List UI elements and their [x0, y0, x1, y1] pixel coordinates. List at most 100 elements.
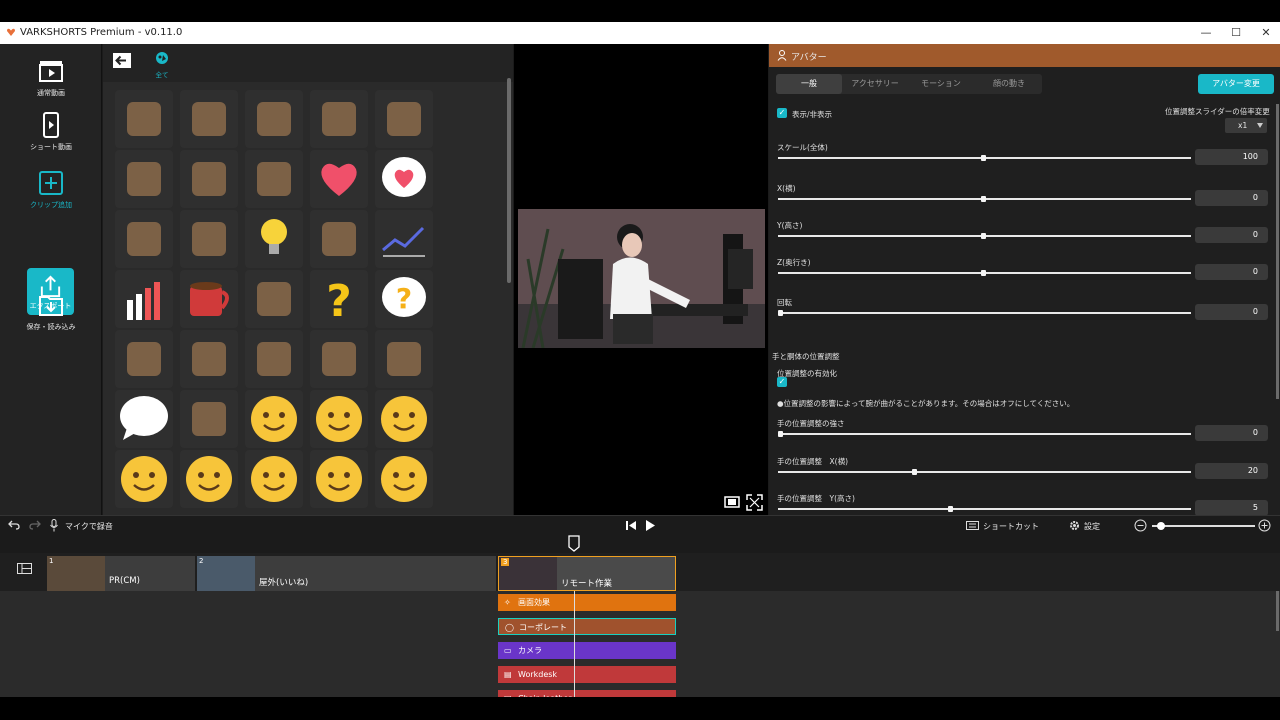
minimize-button[interactable]: — — [1196, 25, 1216, 41]
tab-general[interactable]: 一般 — [776, 74, 842, 94]
timeline-layer[interactable]: ✧画面効果 — [498, 594, 676, 611]
aspect-ratio-icon[interactable] — [724, 496, 740, 508]
sticker-factory[interactable] — [310, 90, 368, 148]
sticker-cake[interactable] — [115, 330, 173, 388]
zoom-out-icon[interactable] — [1134, 519, 1147, 532]
slider-track[interactable] — [778, 433, 1191, 435]
settings-button[interactable]: 設定 — [1084, 521, 1100, 532]
sidebar-item-save-load[interactable]: 保存・読み込み — [0, 292, 102, 332]
sticker-sprout-hand[interactable] — [245, 270, 303, 328]
slider-thumb[interactable] — [912, 469, 917, 475]
mic-record-label[interactable]: マイクで録音 — [65, 521, 113, 532]
sticker-piggy-bank[interactable] — [115, 210, 173, 268]
slider-thumb[interactable] — [948, 506, 953, 512]
tab-motion[interactable]: モーション — [908, 74, 974, 94]
sticker-scrollbar[interactable] — [507, 78, 511, 283]
timeline-clip-3[interactable]: 3 リモート作業 — [498, 556, 676, 591]
sticker-sweat-smile[interactable] — [310, 390, 368, 448]
timeline-clip-1[interactable]: 1 PR(CM) — [47, 556, 195, 591]
sticker-tears-of-joy[interactable] — [115, 450, 173, 508]
timeline-clip-2[interactable]: 2 屋外(いいね) — [197, 556, 496, 591]
slider-value-input[interactable]: 0 — [1195, 227, 1268, 243]
sticker-phone-search[interactable] — [375, 330, 433, 388]
sticker-phone-qr[interactable] — [310, 330, 368, 388]
sticker-spring[interactable] — [180, 150, 238, 208]
visible-checkbox[interactable]: ✓ — [777, 108, 787, 118]
slider-thumb[interactable] — [981, 155, 986, 161]
sticker-zzz[interactable] — [180, 330, 238, 388]
slider-value-input[interactable]: 0 — [1195, 425, 1268, 441]
properties-scrollbar[interactable] — [1276, 104, 1279, 399]
slider-value-input[interactable]: 0 — [1195, 304, 1268, 320]
change-avatar-button[interactable]: アバター変更 — [1198, 74, 1274, 94]
skip-back-icon[interactable] — [626, 521, 636, 530]
playhead-handle[interactable] — [568, 535, 580, 552]
slider-track[interactable] — [778, 312, 1191, 314]
slider-value-input[interactable]: 0 — [1195, 264, 1268, 280]
sidebar-item-add-clip[interactable]: クリップ追加 — [0, 170, 102, 210]
sticker-smile[interactable] — [245, 450, 303, 508]
sidebar-item-short-video[interactable]: ショート動画 — [0, 112, 102, 152]
enable-checkbox[interactable]: ✓ — [777, 377, 787, 387]
undo-icon[interactable] — [8, 520, 20, 530]
timeline-scrollbar[interactable] — [1276, 591, 1279, 631]
sticker-heart-eyes[interactable] — [375, 390, 433, 448]
layout-toggle-icon[interactable] — [17, 563, 32, 574]
sticker-laughing[interactable] — [310, 450, 368, 508]
sticker-smiling-eyes[interactable] — [375, 450, 433, 508]
sticker-tangled-yarn[interactable] — [245, 150, 303, 208]
slider-thumb[interactable] — [981, 270, 986, 276]
sticker-line-chart[interactable] — [375, 210, 433, 268]
sticker-question-bubble[interactable]: ? — [375, 270, 433, 328]
sticker-heart-bubble[interactable] — [375, 150, 433, 208]
sticker-question-mark[interactable]: ? — [310, 270, 368, 328]
sticker-coffee-cup-takeout[interactable] — [180, 90, 238, 148]
sticker-lightbulb[interactable] — [245, 210, 303, 268]
slider-thumb[interactable] — [778, 310, 783, 316]
timeline-layer[interactable]: ◯コーポレート — [498, 618, 676, 635]
zoom-slider[interactable] — [1152, 525, 1255, 527]
timeline-layer[interactable]: ▤Workdesk — [498, 666, 676, 683]
slider-value-input[interactable]: 20 — [1195, 463, 1268, 479]
close-button[interactable]: ✕ — [1256, 25, 1276, 41]
play-icon[interactable] — [646, 520, 655, 531]
zoom-in-icon[interactable] — [1258, 519, 1271, 532]
sticker-coffee-mug[interactable] — [180, 270, 238, 328]
sticker-truck[interactable] — [180, 390, 238, 448]
sticker-chocolate[interactable] — [245, 90, 303, 148]
zoom-slider-thumb[interactable] — [1157, 522, 1165, 530]
microphone-icon[interactable] — [50, 519, 58, 532]
filter-all-button[interactable]: 全て — [150, 50, 174, 79]
back-arrow-icon[interactable] — [112, 52, 132, 69]
layer-label: カメラ — [518, 646, 542, 655]
sticker-zzz-bubble[interactable] — [245, 330, 303, 388]
sticker-angel-face[interactable] — [245, 390, 303, 448]
fullscreen-icon[interactable] — [746, 494, 763, 511]
sticker-thumbs-up-sparkle[interactable] — [375, 90, 433, 148]
redo-icon[interactable] — [29, 520, 41, 530]
sticker-worried-face[interactable] — [180, 450, 238, 508]
sticker-coffee-beans[interactable] — [115, 90, 173, 148]
timeline-layer[interactable]: ▭カメラ — [498, 642, 676, 659]
slider-track[interactable] — [778, 508, 1191, 510]
sticker-thumbs-up-bubble[interactable] — [115, 150, 173, 208]
slider-value-input[interactable]: 5 — [1195, 500, 1268, 516]
slider-value-input[interactable]: 0 — [1195, 190, 1268, 206]
video-clapper-icon — [38, 58, 64, 84]
slider-track[interactable] — [778, 471, 1191, 473]
sticker-broken-piggy-bank[interactable] — [180, 210, 238, 268]
sidebar-item-normal-video[interactable]: 通常動画 — [0, 58, 102, 98]
sticker-bar-chart[interactable] — [115, 270, 173, 328]
tab-face-motion[interactable]: 顔の動き — [976, 74, 1042, 94]
shortcut-button[interactable]: ショートカット — [983, 521, 1039, 532]
slider-thumb[interactable] — [981, 233, 986, 239]
slider-thumb[interactable] — [981, 196, 986, 202]
tab-accessory[interactable]: アクセサリー — [842, 74, 908, 94]
sticker-lightbulb-bubble[interactable] — [310, 210, 368, 268]
sticker-speech-bubble[interactable] — [115, 390, 173, 448]
sticker-heart[interactable] — [310, 150, 368, 208]
slider-thumb[interactable] — [778, 431, 783, 437]
maximize-button[interactable]: ☐ — [1226, 25, 1246, 41]
slider-value-input[interactable]: 100 — [1195, 149, 1268, 165]
multiplier-select[interactable]: x1 — [1225, 118, 1267, 133]
